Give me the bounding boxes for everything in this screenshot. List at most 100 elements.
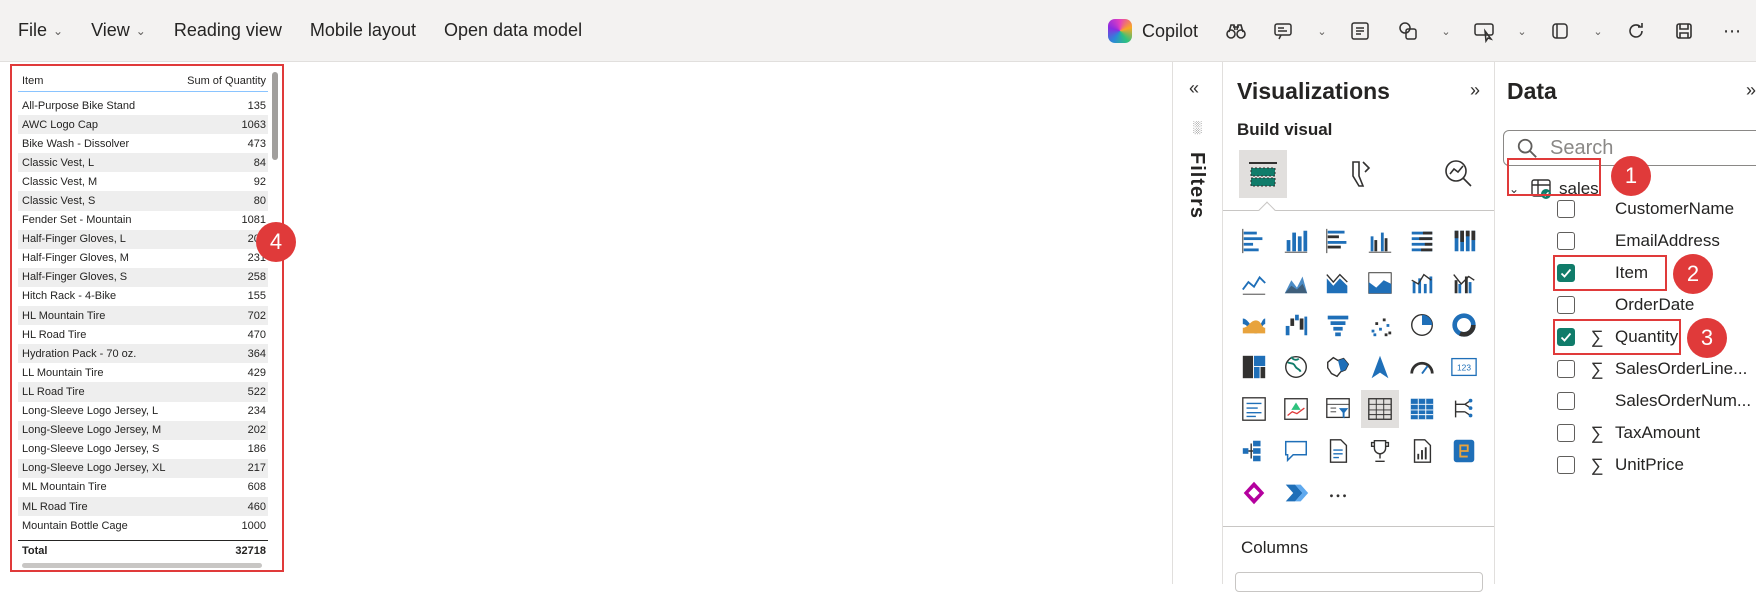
line-and-stacked-column-icon[interactable] xyxy=(1403,264,1441,302)
table-row[interactable]: Classic Vest, L 84 xyxy=(18,153,268,173)
chevron-down-icon[interactable]: ⌄ xyxy=(1584,9,1612,53)
column-header-sum-quantity[interactable]: Sum of Quantity xyxy=(187,75,266,87)
field-customername[interactable]: CustomerName xyxy=(1557,192,1734,226)
refresh-icon[interactable] xyxy=(1612,9,1660,53)
shapes-icon[interactable] xyxy=(1384,9,1432,53)
line-and-clustered-column-icon[interactable] xyxy=(1445,264,1483,302)
table-row[interactable]: Mountain Bottle Cage 1000 xyxy=(18,516,268,535)
waterfall-chart-icon[interactable] xyxy=(1277,306,1315,344)
view-menu[interactable]: View ⌄ xyxy=(77,9,160,53)
clustered-column-chart-icon[interactable] xyxy=(1361,222,1399,260)
filters-pane[interactable]: « ░ Filters xyxy=(1172,62,1222,584)
azure-map-icon[interactable] xyxy=(1361,348,1399,386)
stacked-area-chart-icon[interactable] xyxy=(1319,264,1357,302)
table-row[interactable]: Long-Sleeve Logo Jersey, M 202 xyxy=(18,420,268,440)
table-row[interactable]: AWC Logo Cap 1063 xyxy=(18,115,268,135)
field-emailaddress[interactable]: EmailAddress xyxy=(1557,224,1720,258)
100-stacked-bar-chart-icon[interactable] xyxy=(1403,222,1441,260)
gauge-icon[interactable] xyxy=(1403,348,1441,386)
more-visuals-icon[interactable] xyxy=(1319,474,1357,512)
analytics-tab[interactable] xyxy=(1435,150,1483,198)
key-influencers-icon[interactable] xyxy=(1235,432,1273,470)
chevron-down-icon[interactable]: ⌄ xyxy=(1308,9,1336,53)
scatter-chart-icon[interactable] xyxy=(1361,306,1399,344)
filled-map-icon[interactable] xyxy=(1319,348,1357,386)
metrics-icon[interactable] xyxy=(1361,432,1399,470)
stacked-column-chart-icon[interactable] xyxy=(1277,222,1315,260)
field-orderdate[interactable]: OrderDate xyxy=(1557,288,1694,322)
table-row[interactable]: Half-Finger Gloves, L209 xyxy=(18,229,268,249)
table-row[interactable]: HL Road Tire 470 xyxy=(18,325,268,344)
matrix-icon[interactable] xyxy=(1403,390,1441,428)
report-builder-icon[interactable] xyxy=(1403,432,1441,470)
100-stacked-area-chart-icon[interactable] xyxy=(1361,264,1399,302)
field-salesorderline[interactable]: ∑ SalesOrderLine... xyxy=(1557,352,1747,386)
multi-row-card-icon[interactable] xyxy=(1235,390,1273,428)
filters-label[interactable]: Filters xyxy=(1185,152,1208,219)
field-checkbox[interactable] xyxy=(1557,200,1575,218)
field-taxamount[interactable]: ∑ TaxAmount xyxy=(1557,416,1700,450)
slicer-icon[interactable] xyxy=(1319,390,1357,428)
build-visual-fields-tab[interactable] xyxy=(1239,150,1287,198)
python-visual-icon[interactable] xyxy=(1445,432,1483,470)
chevron-down-icon[interactable]: ⌄ xyxy=(1432,9,1460,53)
field-checkbox[interactable] xyxy=(1557,296,1575,314)
table-row[interactable]: All-Purpose Bike Stand 135 xyxy=(18,96,268,115)
table-row[interactable]: Long-Sleeve Logo Jersey, XL 217 xyxy=(18,458,268,478)
table-row[interactable]: ML Road Tire 460 xyxy=(18,496,268,517)
table-visual[interactable]: Item Sum of Quantity All-Purpose Bike St… xyxy=(10,64,284,572)
table-row[interactable]: LL Road Tire 522 xyxy=(18,382,268,402)
visual-gallery-icon[interactable] xyxy=(1536,9,1584,53)
q-and-a-icon[interactable] xyxy=(1277,432,1315,470)
table-row[interactable]: Long-Sleeve Logo Jersey, S 186 xyxy=(18,440,268,459)
table-icon[interactable] xyxy=(1361,390,1399,428)
table-row[interactable]: Half-Finger Gloves, S 258 xyxy=(18,267,268,287)
area-chart-icon[interactable] xyxy=(1277,264,1315,302)
table-row[interactable]: Fender Set - Mountain 1081 xyxy=(18,211,268,230)
card-icon[interactable]: 123 xyxy=(1445,348,1483,386)
power-apps-icon[interactable] xyxy=(1235,474,1273,512)
paginated-report-icon[interactable] xyxy=(1319,432,1357,470)
kpi-icon[interactable] xyxy=(1277,390,1315,428)
collapse-left-icon[interactable]: « xyxy=(1189,78,1199,99)
table-row[interactable]: Hitch Rack - 4-Bike 155 xyxy=(18,287,268,306)
mobile-layout-button[interactable]: Mobile layout xyxy=(296,9,430,53)
open-data-model-button[interactable]: Open data model xyxy=(430,9,596,53)
file-menu[interactable]: File ⌄ xyxy=(4,9,77,53)
treemap-icon[interactable] xyxy=(1235,348,1273,386)
decomposition-tree-icon[interactable] xyxy=(1445,390,1483,428)
table-row[interactable]: Long-Sleeve Logo Jersey, L 234 xyxy=(18,402,268,421)
expand-right-icon[interactable]: » xyxy=(1470,80,1480,101)
clustered-bar-chart-icon[interactable] xyxy=(1319,222,1357,260)
table-row[interactable]: Bike Wash - Dissolver 473 xyxy=(18,134,268,153)
table-row[interactable]: LL Mountain Tire 429 xyxy=(18,363,268,382)
field-salesordernum[interactable]: SalesOrderNum... xyxy=(1557,384,1751,418)
expand-right-icon[interactable]: » xyxy=(1746,80,1756,101)
reading-view-button[interactable]: Reading view xyxy=(160,9,296,53)
funnel-chart-icon[interactable] xyxy=(1319,306,1357,344)
power-automate-icon[interactable] xyxy=(1277,474,1315,512)
field-checkbox[interactable] xyxy=(1557,232,1575,250)
buttons-icon[interactable] xyxy=(1460,9,1508,53)
binoculars-icon[interactable] xyxy=(1212,9,1260,53)
field-checkbox[interactable] xyxy=(1557,392,1575,410)
column-header-item[interactable]: Item xyxy=(22,75,43,87)
save-icon[interactable] xyxy=(1660,9,1708,53)
copilot-button[interactable]: Copilot xyxy=(1094,19,1212,43)
field-checkbox[interactable] xyxy=(1557,424,1575,442)
field-unitprice[interactable]: ∑ UnitPrice xyxy=(1557,448,1684,482)
donut-chart-icon[interactable] xyxy=(1445,306,1483,344)
format-visual-tab[interactable] xyxy=(1337,150,1385,198)
report-canvas[interactable]: Item Sum of Quantity All-Purpose Bike St… xyxy=(0,62,1172,584)
100-stacked-column-chart-icon[interactable] xyxy=(1445,222,1483,260)
pie-chart-icon[interactable] xyxy=(1403,306,1441,344)
map-icon[interactable] xyxy=(1277,348,1315,386)
field-checkbox[interactable] xyxy=(1557,456,1575,474)
table-row[interactable]: HL Mountain Tire 702 xyxy=(18,306,268,326)
horizontal-scrollbar[interactable] xyxy=(22,563,262,568)
table-row[interactable]: ML Mountain Tire 608 xyxy=(18,478,268,497)
columns-well[interactable] xyxy=(1235,572,1483,592)
smart-narrative-icon[interactable] xyxy=(1260,9,1308,53)
table-row[interactable]: Half-Finger Gloves, M 231 xyxy=(18,249,268,268)
stacked-bar-chart-icon[interactable] xyxy=(1235,222,1273,260)
